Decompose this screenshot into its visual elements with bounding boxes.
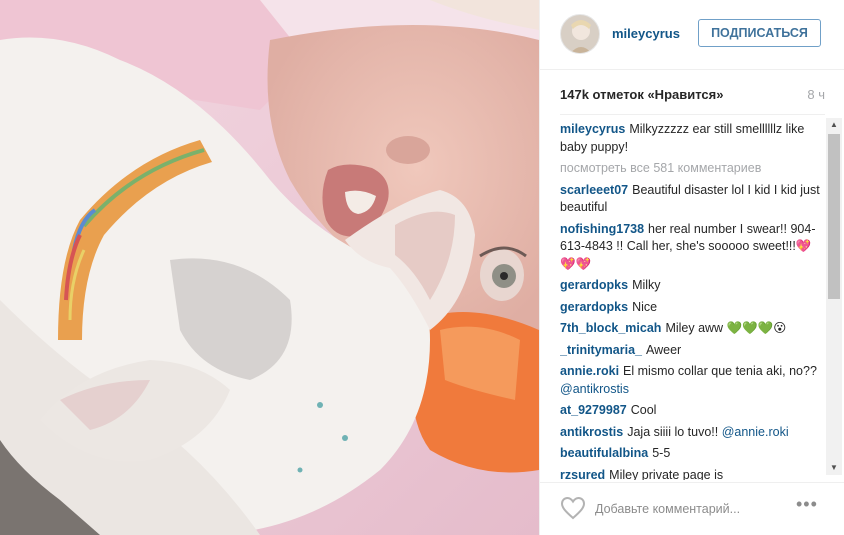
post-footer: ••• xyxy=(540,482,844,535)
comments-list: mileycyrus Milkyzzzzz ear still smellllll… xyxy=(560,118,825,480)
comment-item: scarleeet07 Beautiful disaster lol I kid … xyxy=(560,182,825,217)
comment-item: gerardopks Nice xyxy=(560,299,825,317)
post-photo[interactable] xyxy=(0,0,539,535)
comment-username[interactable]: _trinitymaria_ xyxy=(560,343,642,357)
comment-username[interactable]: annie.roki xyxy=(560,364,619,378)
comment-item: nofishing1738 her real number I swear!! 9… xyxy=(560,221,825,274)
divider xyxy=(560,114,825,115)
comment-username[interactable]: beautifulalbina xyxy=(560,446,648,460)
likes-count[interactable]: 147k отметок «Нравится» xyxy=(560,87,723,102)
comment-text: Miley aww 💚💚💚😮 xyxy=(665,321,787,335)
comment-username[interactable]: gerardopks xyxy=(560,278,628,292)
avatar[interactable] xyxy=(560,14,600,54)
post-time[interactable]: 8 ч xyxy=(807,87,825,102)
comment-item: gerardopks Milky xyxy=(560,277,825,295)
scroll-down-arrow-icon[interactable]: ▼ xyxy=(826,461,842,475)
comment-mention[interactable]: @antikrostis xyxy=(560,382,629,396)
comments-section: mileycyrus Milkyzzzzz ear still smellllll… xyxy=(560,118,825,480)
post-details-panel: mileycyrus ПОДПИСАТЬСЯ 147k отметок «Нра… xyxy=(539,0,844,535)
post-header: mileycyrus ПОДПИСАТЬСЯ xyxy=(540,0,844,70)
scroll-up-arrow-icon[interactable]: ▲ xyxy=(826,118,842,132)
comment-username[interactable]: antikrostis xyxy=(560,425,623,439)
comment-caption: mileycyrus Milkyzzzzz ear still smellllll… xyxy=(560,121,825,156)
comment-username[interactable]: 7th_block_micah xyxy=(560,321,661,335)
comment-username[interactable]: at_9279987 xyxy=(560,403,627,417)
comment-item: rzsured Miley private page is xyxy=(560,467,825,481)
comment-item: at_9279987 Cool xyxy=(560,402,825,420)
view-all-comments-link[interactable]: посмотреть все 581 комментариев xyxy=(560,160,825,178)
comment-username[interactable]: gerardopks xyxy=(560,300,628,314)
comment-item: _trinitymaria_ Aweer xyxy=(560,342,825,360)
comment-username[interactable]: rzsured xyxy=(560,468,605,481)
comment-item: antikrostis Jaja siiii lo tuvo!! @annie.r… xyxy=(560,424,825,442)
comment-mention[interactable]: @annie.roki xyxy=(722,425,789,439)
heart-icon[interactable] xyxy=(560,496,586,520)
comment-username[interactable]: scarleeet07 xyxy=(560,183,628,197)
comment-text: El mismo collar que tenia aki, no?? xyxy=(623,364,817,378)
comment-text: Milky xyxy=(632,278,661,292)
more-options-icon[interactable]: ••• xyxy=(796,495,822,515)
comment-text: Nice xyxy=(632,299,658,314)
comment-item: beautifulalbina 5-5 xyxy=(560,445,825,463)
scrollbar-thumb[interactable] xyxy=(828,134,840,299)
post-image xyxy=(0,0,539,535)
avatar-image xyxy=(561,15,599,53)
comment-text: Aweer xyxy=(645,342,682,357)
comment-text: Jaja siiii lo tuvo!! xyxy=(627,424,722,439)
comment-username[interactable]: nofishing1738 xyxy=(560,222,644,236)
comment-text: 5-5 xyxy=(652,446,671,460)
comment-username[interactable]: mileycyrus xyxy=(560,122,625,136)
post-username[interactable]: mileycyrus xyxy=(612,26,680,41)
follow-button[interactable]: ПОДПИСАТЬСЯ xyxy=(698,19,821,47)
comment-item: annie.roki El mismo collar que tenia aki,… xyxy=(560,363,825,398)
comment-item: 7th_block_micah Miley aww 💚💚💚😮 xyxy=(560,320,825,338)
comment-text: Cool xyxy=(630,403,657,417)
comments-scrollbar[interactable]: ▲ ▼ xyxy=(826,118,842,475)
add-comment-input[interactable] xyxy=(595,500,795,518)
post-meta: 147k отметок «Нравится» 8 ч xyxy=(560,87,825,105)
comment-text: Miley private page is xyxy=(609,467,724,481)
